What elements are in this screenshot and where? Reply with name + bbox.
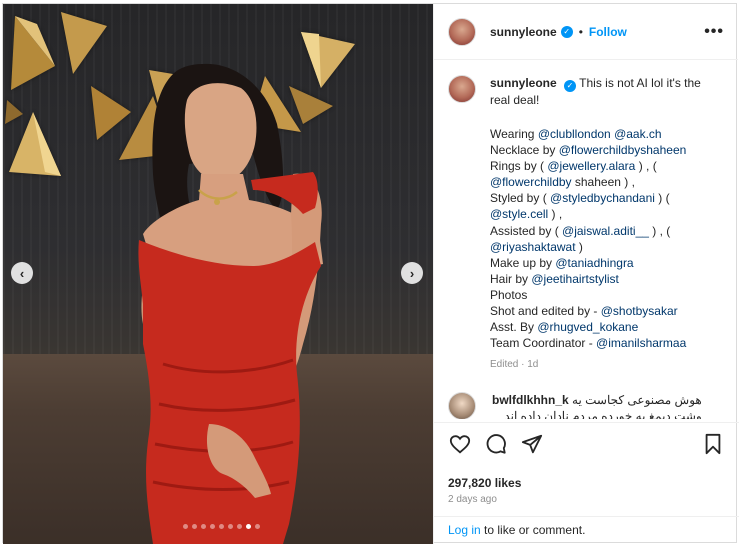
caption-line: @riyashaktawat ) bbox=[490, 239, 720, 255]
caption-line: Wearing @clubllondon @aak.ch bbox=[490, 126, 720, 142]
chevron-left-icon: ‹ bbox=[19, 265, 25, 281]
verified-badge-icon: ✓ bbox=[560, 25, 573, 38]
caption-line: @style.cell ) , bbox=[490, 206, 720, 222]
carousel-dot bbox=[183, 524, 188, 529]
bookmark-icon[interactable] bbox=[701, 432, 725, 456]
caption-line: Assisted by ( @jaiswal.aditi__ ) , ( bbox=[490, 223, 720, 239]
mention-link[interactable]: @rhugved_kokane bbox=[537, 320, 638, 334]
caption-text: ) bbox=[575, 239, 583, 254]
caption-line: Asst. By @rhugved_kokane bbox=[490, 319, 720, 335]
mention-link[interactable]: @jaiswal.aditi__ bbox=[562, 224, 649, 238]
comment-body: bwlfdlkhhn_k هوش مصنوعی کجاست یه وشت دیم… bbox=[492, 392, 702, 419]
carousel-prev-button[interactable]: ‹ bbox=[11, 262, 33, 284]
caption-text: Team Coordinator - bbox=[490, 336, 597, 351]
caption-text: Hair by bbox=[490, 271, 532, 286]
caption-line: Necklace by @flowerchildbyshaheen bbox=[490, 142, 720, 158]
carousel-dot bbox=[237, 524, 242, 529]
carousel-dots bbox=[183, 524, 260, 529]
mention-link[interactable]: @shotbysakar bbox=[601, 304, 678, 318]
caption-text: Necklace by bbox=[490, 143, 559, 158]
header-separator: • bbox=[578, 24, 583, 39]
caption-text: Asst. By bbox=[490, 320, 538, 335]
mention-link[interactable]: @style.cell bbox=[490, 207, 548, 221]
post-sidebar: sunnyleone ✓ • Follow ••• sunnyleone ✓ T… bbox=[433, 4, 739, 544]
comment-text-2: وشت دیمغ به خورده مردم نادان داده اند bbox=[504, 409, 702, 419]
caption-author-avatar[interactable] bbox=[448, 75, 476, 103]
caption-text: ) ( bbox=[654, 191, 670, 206]
login-prompt-text: to like or comment. bbox=[480, 523, 586, 537]
heart-icon[interactable] bbox=[448, 432, 472, 456]
commenter-avatar[interactable] bbox=[448, 392, 476, 419]
mention-link[interactable]: @jewellery.alara bbox=[547, 159, 635, 173]
mention-link[interactable]: @riyashaktawat bbox=[490, 240, 576, 254]
mention-link[interactable]: @flowerchildby bbox=[490, 175, 572, 189]
carousel-dot bbox=[201, 524, 206, 529]
carousel-dot bbox=[210, 524, 215, 529]
mention-link[interactable]: @styledbychandani bbox=[550, 191, 655, 205]
caption-username[interactable]: sunnyleone bbox=[490, 76, 557, 90]
mention-link[interactable]: @imanilsharmaa bbox=[596, 336, 686, 350]
follow-button[interactable]: Follow bbox=[589, 25, 627, 39]
caption-text: Shot and edited by - bbox=[490, 304, 601, 319]
login-link[interactable]: Log in bbox=[448, 523, 481, 537]
caption-line: Photos bbox=[490, 287, 720, 303]
login-prompt: Log in to like or comment. bbox=[434, 516, 739, 544]
author-avatar[interactable] bbox=[448, 17, 476, 46]
comments-section[interactable]: sunnyleone ✓ This is not AI lol it's the… bbox=[434, 61, 739, 419]
carousel-next-button[interactable]: › bbox=[401, 262, 423, 284]
caption-line: Make up by @taniadhingra bbox=[490, 255, 720, 271]
post-timestamp[interactable]: 2 days ago bbox=[448, 494, 497, 505]
caption-credits: Wearing @clubllondon @aak.ch Necklace by … bbox=[490, 126, 720, 351]
carousel-dot bbox=[246, 524, 251, 529]
person-figure bbox=[138, 63, 323, 544]
carousel-dot bbox=[192, 524, 197, 529]
likes-count[interactable]: 297,820 likes bbox=[448, 476, 521, 490]
comment-text: هوش مصنوعی کجاست یه bbox=[572, 393, 702, 408]
commenter-username[interactable]: bwlfdlkhhn_k bbox=[492, 393, 569, 407]
caption-text: ) , bbox=[548, 207, 563, 222]
caption-line: @flowerchildby shaheen ) , bbox=[490, 174, 720, 190]
more-options-icon[interactable]: ••• bbox=[704, 23, 724, 41]
caption-text: shaheen ) , bbox=[571, 175, 635, 190]
post-card: ‹ › sunnyleone ✓ • Follow ••• sunnyleone… bbox=[2, 3, 739, 544]
post-header: sunnyleone ✓ • Follow ••• bbox=[434, 4, 738, 60]
carousel-dot bbox=[219, 524, 224, 529]
mention-link[interactable]: @aak.ch bbox=[614, 127, 662, 141]
caption-text: Styled by ( bbox=[490, 191, 551, 206]
mention-link[interactable]: @taniadhingra bbox=[555, 256, 633, 270]
author-username[interactable]: sunnyleone bbox=[490, 25, 557, 39]
caption-body: sunnyleone ✓ This is not AI lol it's the… bbox=[490, 75, 720, 373]
comment-item: bwlfdlkhhn_k هوش مصنوعی کجاست یه وشت دیم… bbox=[448, 392, 725, 419]
caption-text: Rings by ( bbox=[490, 159, 548, 174]
edited-timestamp: Edited · 1d bbox=[490, 359, 539, 371]
carousel-dot bbox=[255, 524, 260, 529]
caption-line: Hair by @jeetihairtstylist bbox=[490, 271, 720, 287]
mention-link[interactable]: @jeetihairtstylist bbox=[531, 272, 619, 286]
caption-text: Assisted by ( bbox=[490, 223, 563, 238]
mention-link[interactable]: @clubllondon bbox=[538, 127, 611, 141]
caption-line: Shot and edited by - @shotbysakar bbox=[490, 303, 720, 319]
caption-text: ) , ( bbox=[648, 223, 671, 238]
post-photo[interactable]: ‹ › bbox=[3, 4, 433, 544]
caption-text: ) , ( bbox=[635, 159, 657, 174]
caption-line: Rings by ( @jewellery.alara ) , ( bbox=[490, 158, 720, 174]
action-bar bbox=[434, 422, 739, 478]
carousel-dot bbox=[228, 524, 233, 529]
chevron-right-icon: › bbox=[409, 265, 415, 281]
caption-text: Make up by bbox=[490, 255, 556, 270]
mention-link[interactable]: @flowerchildbyshaheen bbox=[559, 143, 687, 157]
share-icon[interactable] bbox=[520, 432, 544, 456]
comment-icon[interactable] bbox=[484, 432, 508, 456]
caption-line: Team Coordinator - @imanilsharmaa bbox=[490, 335, 720, 351]
caption: sunnyleone ✓ This is not AI lol it's the… bbox=[448, 75, 725, 373]
caption-text: Photos bbox=[490, 287, 528, 302]
caption-line: Styled by ( @styledbychandani ) ( bbox=[490, 190, 720, 206]
verified-badge-icon: ✓ bbox=[564, 80, 577, 92]
caption-text: Wearing bbox=[490, 127, 538, 141]
